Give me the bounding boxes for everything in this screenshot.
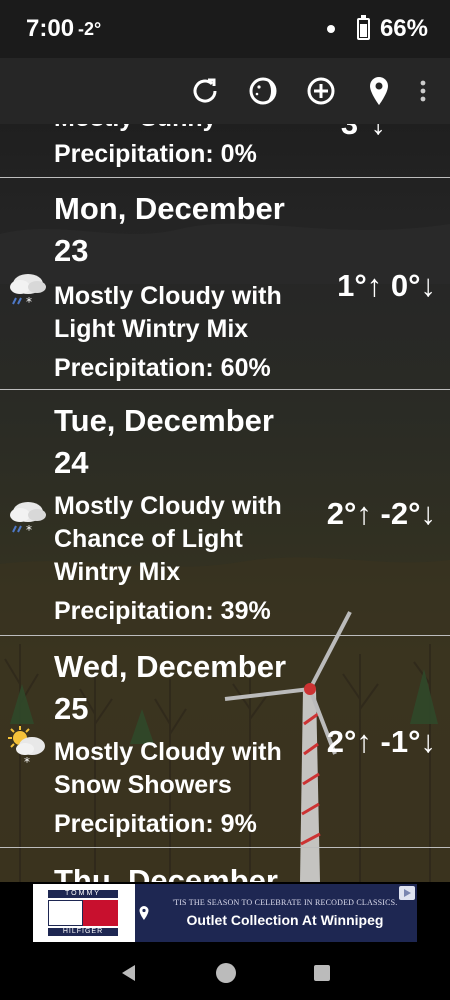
ad-body: 'TIS THE SEASON TO CELEBRATE IN RECODED … [135, 884, 417, 942]
day-temps: 3°↓ [341, 124, 386, 142]
forecast-day-item[interactable]: Tue, December 24 * Mostly Cloudy with Ch… [0, 390, 450, 636]
day-temps: 2°↑ -1°↓ [326, 724, 436, 759]
recents-icon[interactable] [312, 963, 332, 988]
forecast-day-partial-bottom[interactable]: Thu, December [0, 848, 450, 882]
day-condition: Mostly Cloudy with Light Wintry Mix [54, 282, 282, 343]
forecast-day-item[interactable]: Mon, December 23 * Mostly Cloudy with Li… [0, 178, 450, 390]
day-condition: Mostly Sunny [54, 124, 314, 135]
status-bar: 7:00 -2° 66% [0, 0, 450, 58]
ad-choices-icon[interactable] [399, 886, 415, 900]
status-time: 7:00 [26, 15, 75, 42]
status-temperature: -2° [78, 18, 102, 39]
svg-text:*: * [26, 523, 32, 537]
day-date: Tue, December 24 [54, 403, 274, 480]
forecast-day-item[interactable]: Wed, December 25 * Mostly Cloudy with Sn… [0, 636, 450, 848]
moon-phase-icon[interactable] [234, 62, 292, 120]
day-date: Wed, December 25 [54, 649, 287, 726]
ad-headline: Outlet Collection At Winnipeg [186, 912, 384, 928]
battery-percent: 66% [379, 15, 428, 42]
svg-text:*: * [26, 295, 32, 309]
status-right: 66% [326, 15, 428, 43]
home-icon[interactable] [215, 962, 237, 989]
svg-text:*: * [24, 755, 30, 768]
day-date: Thu, December [54, 863, 278, 882]
day-precipitation: Precipitation: 39% [54, 597, 271, 625]
day-precipitation: Precipitation: 0% [54, 140, 257, 168]
map-pin-icon [139, 906, 149, 920]
day-precipitation: Precipitation: 9% [54, 810, 257, 838]
day-temps: 1°↑ 0°↓ [337, 268, 436, 303]
back-icon[interactable] [118, 962, 140, 989]
more-vert-icon[interactable] [408, 62, 438, 120]
ad-banner-area: TOMMY HILFIGER 'TIS THE SEASON TO CELEBR… [0, 882, 450, 950]
brand-top: TOMMY [48, 890, 118, 898]
day-condition: Mostly Cloudy with Snow Showers [54, 738, 282, 799]
cloud-wintry-mix-icon: * [10, 274, 46, 309]
location-pin-icon[interactable] [350, 62, 408, 120]
forecast-day-partial-top[interactable]: Mostly Sunny 3°↓ Precipitation: 0% [0, 124, 450, 178]
day-temps: 2°↑ -2°↓ [326, 496, 436, 531]
day-condition: Mostly Cloudy with Chance of Light Wintr… [54, 492, 282, 586]
ad-banner[interactable]: TOMMY HILFIGER 'TIS THE SEASON TO CELEBR… [33, 884, 417, 942]
forecast-list[interactable]: Mostly Sunny 3°↓ Precipitation: 0% Mon, … [0, 124, 450, 882]
day-precipitation: Precipitation: 60% [54, 354, 271, 382]
brand-bottom: HILFIGER [48, 928, 118, 936]
sun-cloud-snow-icon: * [8, 726, 45, 768]
app-toolbar [0, 58, 450, 124]
add-location-icon[interactable] [292, 62, 350, 120]
cloud-wintry-mix-icon: * [10, 502, 46, 537]
ad-tagline: 'TIS THE SEASON TO CELEBRATE IN RECODED … [172, 898, 398, 907]
system-nav-bar [0, 950, 450, 1000]
refresh-icon[interactable] [176, 62, 234, 120]
notification-dot-icon [326, 25, 335, 33]
battery-icon [356, 15, 370, 40]
day-date: Mon, December 23 [54, 191, 285, 268]
brand-logo: TOMMY HILFIGER [33, 884, 135, 942]
